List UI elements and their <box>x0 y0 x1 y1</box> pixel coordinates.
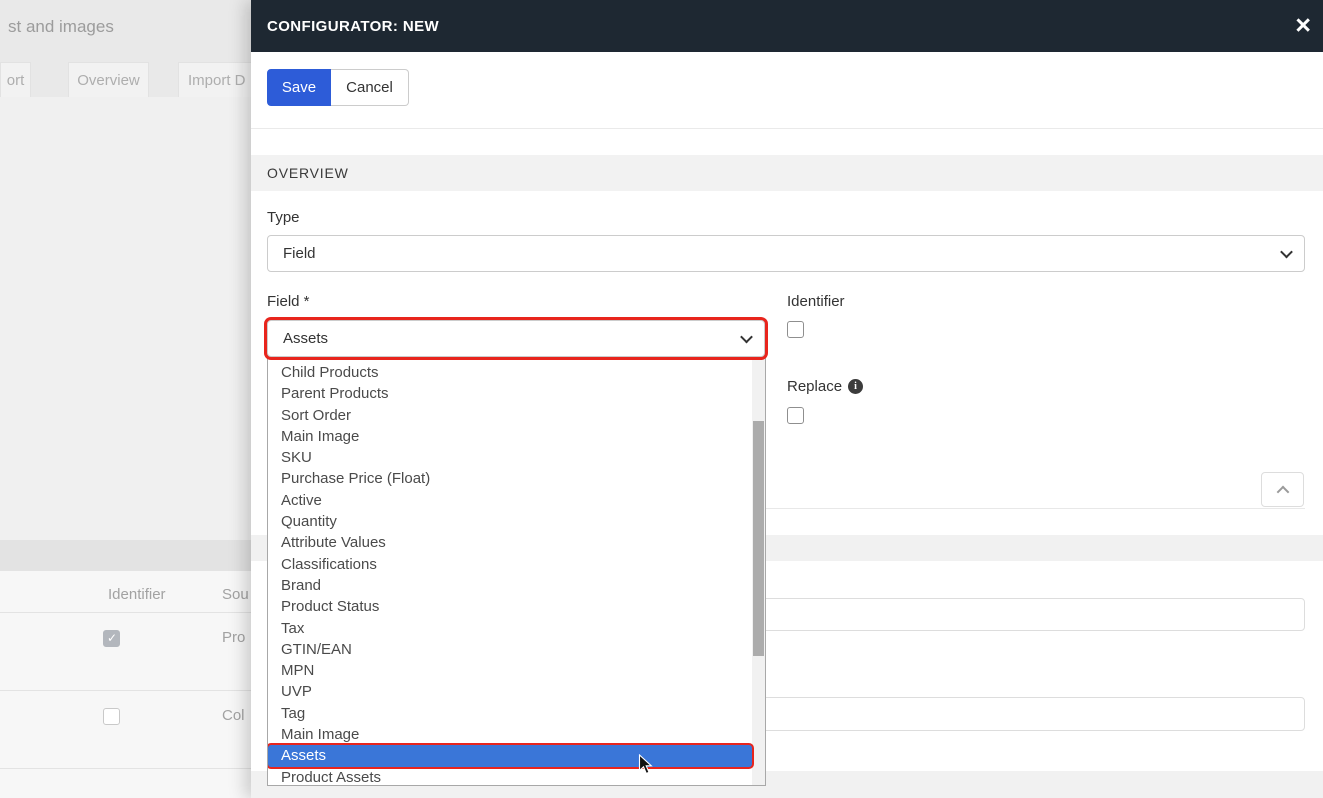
modal-title: CONFIGURATOR: NEW <box>267 17 440 35</box>
bg-row-checkbox[interactable] <box>103 630 120 647</box>
dropdown-option[interactable]: Brand <box>268 575 752 596</box>
section-title: OVERVIEW <box>267 165 349 181</box>
modal-toolbar: Save Cancel <box>267 69 409 106</box>
dropdown-option[interactable]: Quantity <box>268 511 752 532</box>
field-dropdown: Child Products Parent Products Sort Order M… <box>267 358 766 786</box>
dropdown-option[interactable]: Assets <box>268 745 752 767</box>
modal-header: CONFIGURATOR: NEW × <box>251 0 1323 52</box>
save-button[interactable]: Save <box>267 69 331 106</box>
screen: st and images ort Overview Import D Iden… <box>0 0 1323 798</box>
dropdown-option[interactable]: UVP <box>268 681 752 702</box>
mouse-cursor-icon <box>638 753 654 781</box>
dropdown-option[interactable]: GTIN/EAN <box>268 639 752 660</box>
table-cell: Pro <box>222 629 246 646</box>
tab-ort[interactable]: ort <box>0 62 31 98</box>
chevron-up-icon <box>1276 485 1289 498</box>
replace-label: Replace i <box>787 378 864 395</box>
toolbar-divider <box>251 128 1323 129</box>
replace-label-text: Replace <box>787 378 843 395</box>
dropdown-option[interactable]: Main Image <box>268 724 752 745</box>
chevron-down-icon <box>740 330 753 343</box>
table-row: Pro <box>0 613 251 691</box>
info-icon: i <box>848 379 864 394</box>
dropdown-option[interactable]: Product Assets <box>268 767 752 785</box>
field-label: Field * <box>267 293 310 310</box>
column-header-identifier: Identifier <box>108 586 166 603</box>
dropdown-option[interactable]: Child Products <box>268 362 752 383</box>
collapse-button[interactable] <box>1261 472 1304 507</box>
column-header-source: Sou <box>222 586 249 603</box>
dropdown-option[interactable]: Parent Products <box>268 383 752 404</box>
field-select-value: Assets <box>283 330 329 347</box>
cancel-button[interactable]: Cancel <box>331 69 409 106</box>
dropdown-option[interactable]: SKU <box>268 447 752 468</box>
table-row: Col <box>0 691 251 769</box>
dropdown-option[interactable]: Tag <box>268 703 752 724</box>
table-cell: Col <box>222 707 245 724</box>
dropdown-option[interactable]: Main Image <box>268 426 752 447</box>
identifier-label: Identifier <box>787 293 845 310</box>
dropdown-scrollbar[interactable] <box>752 359 765 785</box>
dropdown-option[interactable]: Tax <box>268 618 752 639</box>
dropdown-option[interactable]: Classifications <box>268 554 752 575</box>
replace-checkbox[interactable] <box>787 407 804 424</box>
configurator-modal: CONFIGURATOR: NEW × Save Cancel OVERVIEW… <box>251 0 1323 798</box>
field-select[interactable]: Assets <box>267 320 765 357</box>
section-header-overview: OVERVIEW <box>251 155 1323 191</box>
page-title-fragment: st and images <box>8 17 114 36</box>
type-select-value: Field <box>283 245 316 262</box>
identifier-checkbox[interactable] <box>787 321 804 338</box>
close-icon[interactable]: × <box>1295 11 1311 39</box>
dropdown-scrollbar-thumb[interactable] <box>753 421 764 656</box>
dropdown-option[interactable]: Purchase Price (Float) <box>268 468 752 489</box>
tab-overview[interactable]: Overview <box>68 62 149 98</box>
chevron-down-icon <box>1280 245 1293 258</box>
type-select[interactable]: Field <box>267 235 1305 272</box>
dropdown-option[interactable]: MPN <box>268 660 752 681</box>
field-dropdown-options: Child Products Parent Products Sort Order M… <box>268 362 752 785</box>
dropdown-option[interactable]: Active <box>268 490 752 511</box>
bg-row-checkbox[interactable] <box>103 708 120 725</box>
dropdown-option[interactable]: Product Status <box>268 596 752 617</box>
dropdown-option[interactable]: Sort Order <box>268 405 752 426</box>
type-label: Type <box>267 209 300 226</box>
dropdown-option[interactable]: Attribute Values <box>268 532 752 553</box>
